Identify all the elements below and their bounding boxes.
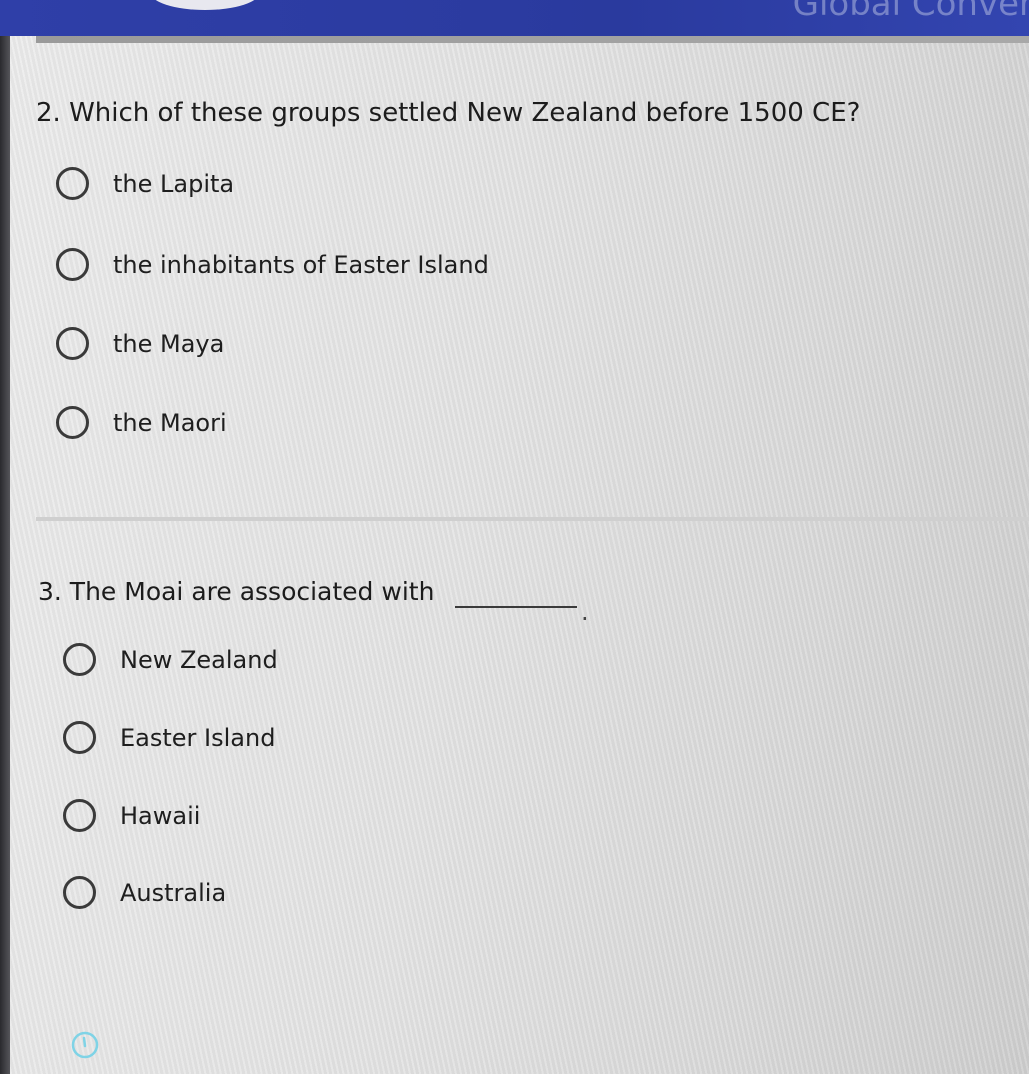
- question-divider: [36, 517, 1029, 521]
- blank-period: .: [581, 598, 589, 626]
- radio-button[interactable]: [63, 721, 96, 754]
- radio-button[interactable]: [56, 167, 89, 200]
- question-2-option-4[interactable]: the Maori: [56, 406, 227, 439]
- question-3-option-3[interactable]: Hawaii: [63, 799, 200, 832]
- question-2-prompt: 2. Which of these groups settled New Zea…: [36, 98, 861, 128]
- radio-button[interactable]: [63, 643, 96, 676]
- radio-button[interactable]: [56, 327, 89, 360]
- option-label: New Zealand: [120, 645, 278, 674]
- radio-button[interactable]: [63, 876, 96, 909]
- header-divider: [36, 36, 1029, 43]
- header-logo: [150, 0, 260, 10]
- question-3-option-1[interactable]: New Zealand: [63, 643, 278, 676]
- radio-button[interactable]: [56, 406, 89, 439]
- fill-in-blank-line: [455, 606, 577, 608]
- question-3-option-4[interactable]: Australia: [63, 876, 226, 909]
- option-label: Easter Island: [120, 723, 276, 752]
- question-2-option-2[interactable]: the inhabitants of Easter Island: [56, 248, 489, 281]
- option-label: the Lapita: [113, 169, 235, 198]
- question-3-option-2[interactable]: Easter Island: [63, 721, 275, 754]
- option-label: the Maori: [113, 408, 227, 437]
- option-label: Hawaii: [120, 801, 201, 830]
- option-label: the Maya: [113, 329, 225, 358]
- clock-icon[interactable]: [70, 1030, 100, 1060]
- question-2-option-3[interactable]: the Maya: [56, 327, 224, 360]
- question-3-prompt: 3. The Moai are associated with: [38, 577, 435, 606]
- monitor-bezel: [0, 0, 10, 1074]
- question-2-option-1[interactable]: the Lapita: [56, 167, 234, 200]
- option-label: the inhabitants of Easter Island: [113, 250, 489, 279]
- header-title: Global Conver: [792, 0, 1029, 24]
- header-bar: Global Conver: [0, 0, 1029, 36]
- option-label: Australia: [120, 878, 227, 907]
- radio-button[interactable]: [56, 248, 89, 281]
- screen-background: [0, 0, 1029, 1074]
- radio-button[interactable]: [63, 799, 96, 832]
